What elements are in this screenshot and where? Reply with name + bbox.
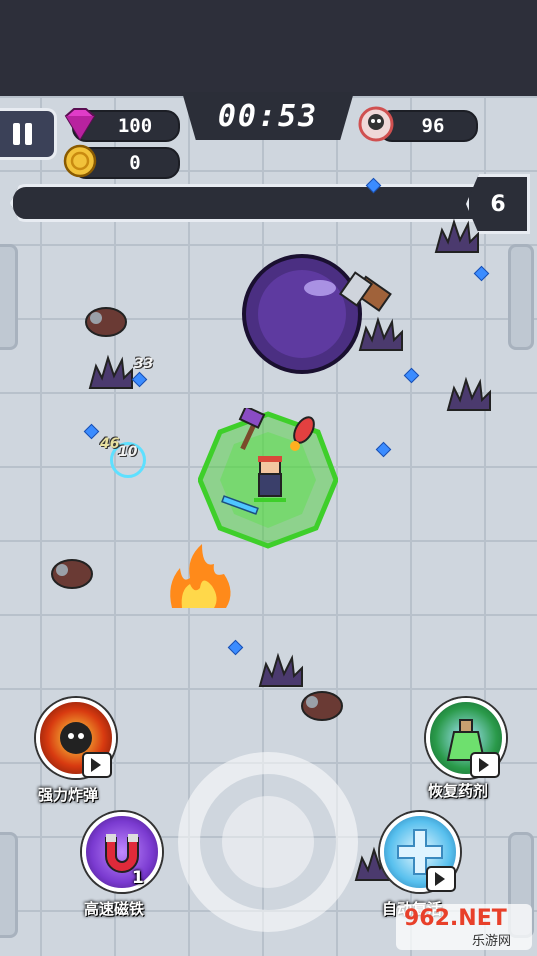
- hedgehog-enemy: [88, 354, 133, 389]
- left-wall-panel: [0, 244, 18, 350]
- potion-skill-label: 恢复药剂: [428, 782, 489, 800]
- magnet-skill-button[interactable]: [82, 812, 162, 892]
- joystick-knob[interactable]: [222, 796, 314, 888]
- damage-number: 10: [118, 444, 138, 460]
- damage-number: 33: [134, 356, 154, 372]
- sword-weapon: [221, 495, 259, 515]
- watermark-sub: 乐游网: [472, 934, 512, 949]
- gem-count: 100: [117, 115, 153, 137]
- rocket-weapon: [290, 416, 315, 451]
- match-timer: 00:53: [182, 92, 354, 140]
- magnet-count: 1: [132, 868, 144, 888]
- left-wall-panel-lower: [0, 832, 18, 938]
- boar-enemy: [51, 559, 93, 589]
- gem-icon: [64, 108, 96, 141]
- video-ad-icon: [82, 752, 112, 778]
- timer-value: 00:53: [217, 98, 319, 134]
- hammer-weapon: [238, 408, 266, 450]
- hedgehog-enemy: [358, 316, 403, 351]
- video-ad-icon: [426, 866, 456, 892]
- skull-icon: [358, 106, 394, 142]
- watermark-brand: 962.NET: [404, 906, 507, 931]
- damage-number: 46: [100, 436, 120, 452]
- xp-bar: [10, 184, 494, 222]
- magnet-skill-label: 高速磁铁: [84, 900, 145, 918]
- site-watermark: 962.NET 乐游网: [396, 904, 532, 950]
- fire-effect: [170, 544, 231, 608]
- magnet-icon: [105, 834, 139, 873]
- hedgehog-enemy: [258, 652, 303, 687]
- pause-button[interactable]: [0, 108, 57, 160]
- right-wall-panel: [508, 244, 534, 350]
- coin-count: 0: [129, 152, 141, 174]
- video-ad-icon: [470, 752, 500, 778]
- bomb-skill-label: 强力炸弹: [38, 786, 99, 804]
- boar-enemy: [85, 307, 127, 337]
- pause-icon: [13, 123, 20, 145]
- top-bar: [0, 0, 537, 96]
- pause-icon-bar: [25, 123, 32, 145]
- hedgehog-enemy: [434, 218, 479, 253]
- level-value: 6: [490, 191, 506, 217]
- kill-count: 96: [421, 115, 445, 137]
- hedgehog-enemy: [446, 376, 491, 411]
- boar-enemy: [301, 691, 343, 721]
- coin-icon: [63, 144, 97, 178]
